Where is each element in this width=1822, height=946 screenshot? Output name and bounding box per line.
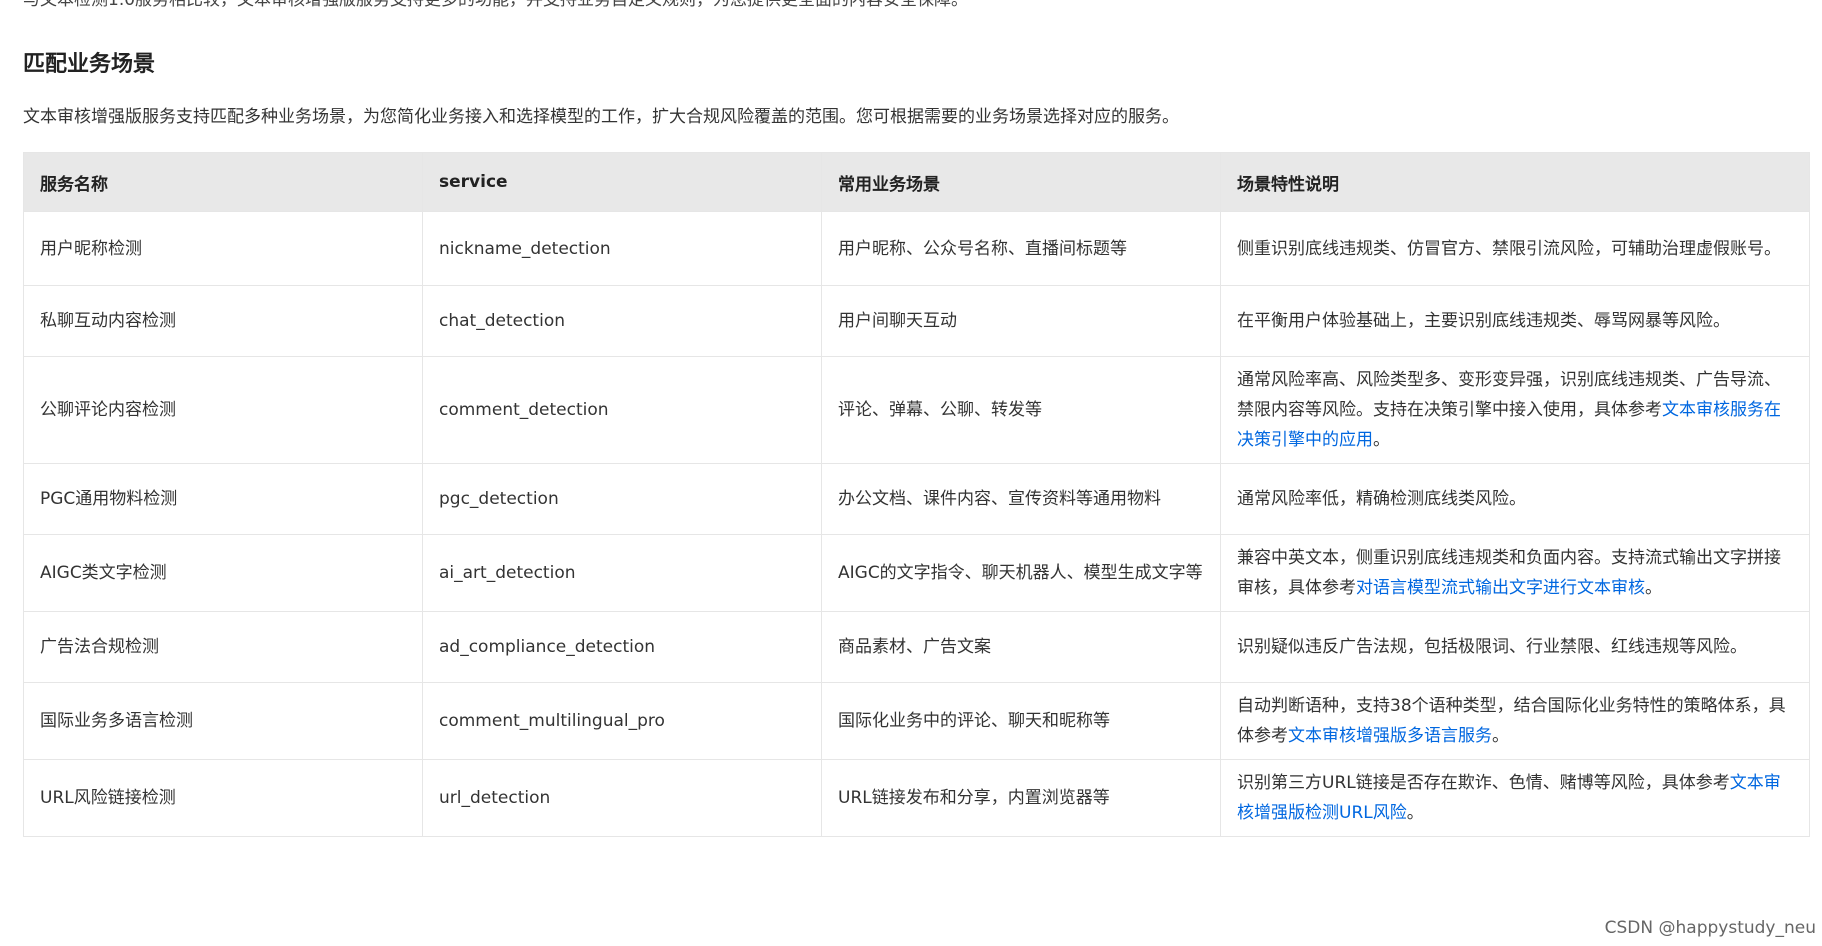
description-end: 。: [1406, 803, 1424, 823]
cell-description: 通常风险率低，精确检测底线类风险。: [1220, 463, 1810, 535]
description-text: 侧重识别底线违规类、仿冒官方、禁限引流风险，可辅助治理虚假账号。: [1237, 238, 1781, 259]
previous-paragraph: 与文本检测1.0服务相比较，文本审核增强版服务支持更多的功能，并支持业务自定义规…: [23, 0, 969, 10]
table-row: 国际业务多语言检测 comment_multilingual_pro 国际化业务中的…: [23, 682, 1810, 760]
table-row: URL风险链接检测 url_detection URL链接发布和分享，内置浏览器等识…: [23, 759, 1810, 837]
cell-service-name: PGC通用物料检测: [23, 463, 423, 535]
cell-description: 通常风险率高、风险类型多、变形变异强，识别底线违规类、广告导流、禁限内容等风险。…: [1220, 356, 1810, 464]
description-text: 识别第三方URL链接是否存在欺诈、色情、赌博等风险，具体参考: [1237, 773, 1730, 793]
description-link[interactable]: 对语言模型流式输出文字进行文本审核: [1356, 578, 1645, 598]
table-header-row: 服务名称 service 常用业务场景 场景特性说明: [23, 152, 1810, 212]
cell-scene: URL链接发布和分享，内置浏览器等: [821, 759, 1221, 837]
cell-description: 侧重识别底线违规类、仿冒官方、禁限引流风险，可辅助治理虚假账号。: [1220, 211, 1810, 286]
cell-service-name: 国际业务多语言检测: [23, 682, 423, 760]
section-title: 匹配业务场景: [23, 52, 156, 77]
cell-scene: 评论、弹幕、公聊、转发等: [821, 356, 1221, 464]
cell-service: ai_art_detection: [422, 534, 822, 612]
csdn-watermark: CSDN @happystudy_neu: [1604, 918, 1816, 938]
cell-service-name: 用户昵称检测: [23, 211, 423, 286]
table-header: 服务名称 service 常用业务场景 场景特性说明: [23, 152, 1810, 212]
cell-service: pgc_detection: [422, 463, 822, 535]
description-text: 通常风险率低，精确检测底线类风险。: [1237, 489, 1526, 509]
header-description: 场景特性说明: [1220, 152, 1810, 212]
table-row: 用户昵称检测 nickname_detection 用户昵称、公众号名称、直播间标题…: [23, 211, 1810, 286]
table-row: 广告法合规检测 ad_compliance_detection 商品素材、广告文案识…: [23, 611, 1810, 683]
intro-paragraph: 文本审核增强版服务支持匹配多种业务场景，为您简化业务接入和选择模型的工作，扩大合…: [23, 107, 1179, 127]
table-row: 私聊互动内容检测 chat_detection 用户间聊天互动 在平衡用户体验基础上，…: [23, 285, 1810, 357]
cell-scene: 商品素材、广告文案: [821, 611, 1221, 683]
cell-description: 在平衡用户体验基础上，主要识别底线违规类、辱骂网暴等风险。: [1220, 285, 1810, 357]
cell-service: comment_multilingual_pro: [422, 682, 822, 760]
cell-service: nickname_detection: [422, 211, 822, 286]
cell-service-name: 私聊互动内容检测: [23, 285, 423, 357]
description-text: 识别疑似违反广告法规，包括极限词、行业禁限、红线违规等风险。: [1237, 637, 1747, 657]
cell-service-name: 公聊评论内容检测: [23, 356, 423, 464]
cell-scene: 办公文档、课件内容、宣传资料等通用物料: [821, 463, 1221, 535]
table-row: 公聊评论内容检测 comment_detection 评论、弹幕、公聊、转发等 通常风…: [23, 356, 1810, 464]
cell-service: chat_detection: [422, 285, 822, 357]
business-scenes-table: 服务名称 service 常用业务场景 场景特性说明 用户昵称检测 nicknam…: [23, 152, 1810, 837]
cell-service: ad_compliance_detection: [422, 611, 822, 683]
description-end: 。: [1373, 430, 1390, 450]
cell-scene: 用户间聊天互动: [821, 285, 1221, 357]
cell-description: 识别第三方URL链接是否存在欺诈、色情、赌博等风险，具体参考文本审核增强版检测U…: [1220, 759, 1810, 837]
cell-service: url_detection: [422, 759, 822, 837]
cell-scene: 国际化业务中的评论、聊天和昵称等: [821, 682, 1221, 760]
description-end: 。: [1645, 578, 1662, 598]
table-row: AIGC类文字检测 ai_art_detection AIGC的文字指令、聊天机器人…: [23, 534, 1810, 612]
description-link[interactable]: 文本审核增强版多语言服务: [1288, 726, 1492, 746]
table-row: PGC通用物料检测 pgc_detection 办公文档、课件内容、宣传资料等通用物…: [23, 463, 1810, 535]
cell-service-name: AIGC类文字检测: [23, 534, 423, 612]
header-service: service: [422, 152, 822, 212]
cell-service-name: URL风险链接检测: [23, 759, 423, 837]
description-text: 在平衡用户体验基础上，主要识别底线违规类、辱骂网暴等风险。: [1237, 311, 1730, 331]
header-service-name: 服务名称: [23, 152, 423, 212]
header-scene: 常用业务场景: [821, 152, 1221, 212]
cell-service: comment_detection: [422, 356, 822, 464]
cell-scene: AIGC的文字指令、聊天机器人、模型生成文字等: [821, 534, 1221, 612]
cell-service-name: 广告法合规检测: [23, 611, 423, 683]
cell-description: 识别疑似违反广告法规，包括极限词、行业禁限、红线违规等风险。: [1220, 611, 1810, 683]
cell-scene: 用户昵称、公众号名称、直播间标题等: [821, 211, 1221, 286]
cell-description: 自动判断语种，支持38个语种类型，结合国际化业务特性的策略体系，具体参考文本审核…: [1220, 682, 1810, 760]
table-body: 用户昵称检测 nickname_detection 用户昵称、公众号名称、直播间标题…: [23, 211, 1810, 837]
cell-description: 兼容中英文本，侧重识别底线违规类和负面内容。支持流式输出文字拼接审核，具体参考对…: [1220, 534, 1810, 612]
description-end: 。: [1492, 726, 1509, 746]
